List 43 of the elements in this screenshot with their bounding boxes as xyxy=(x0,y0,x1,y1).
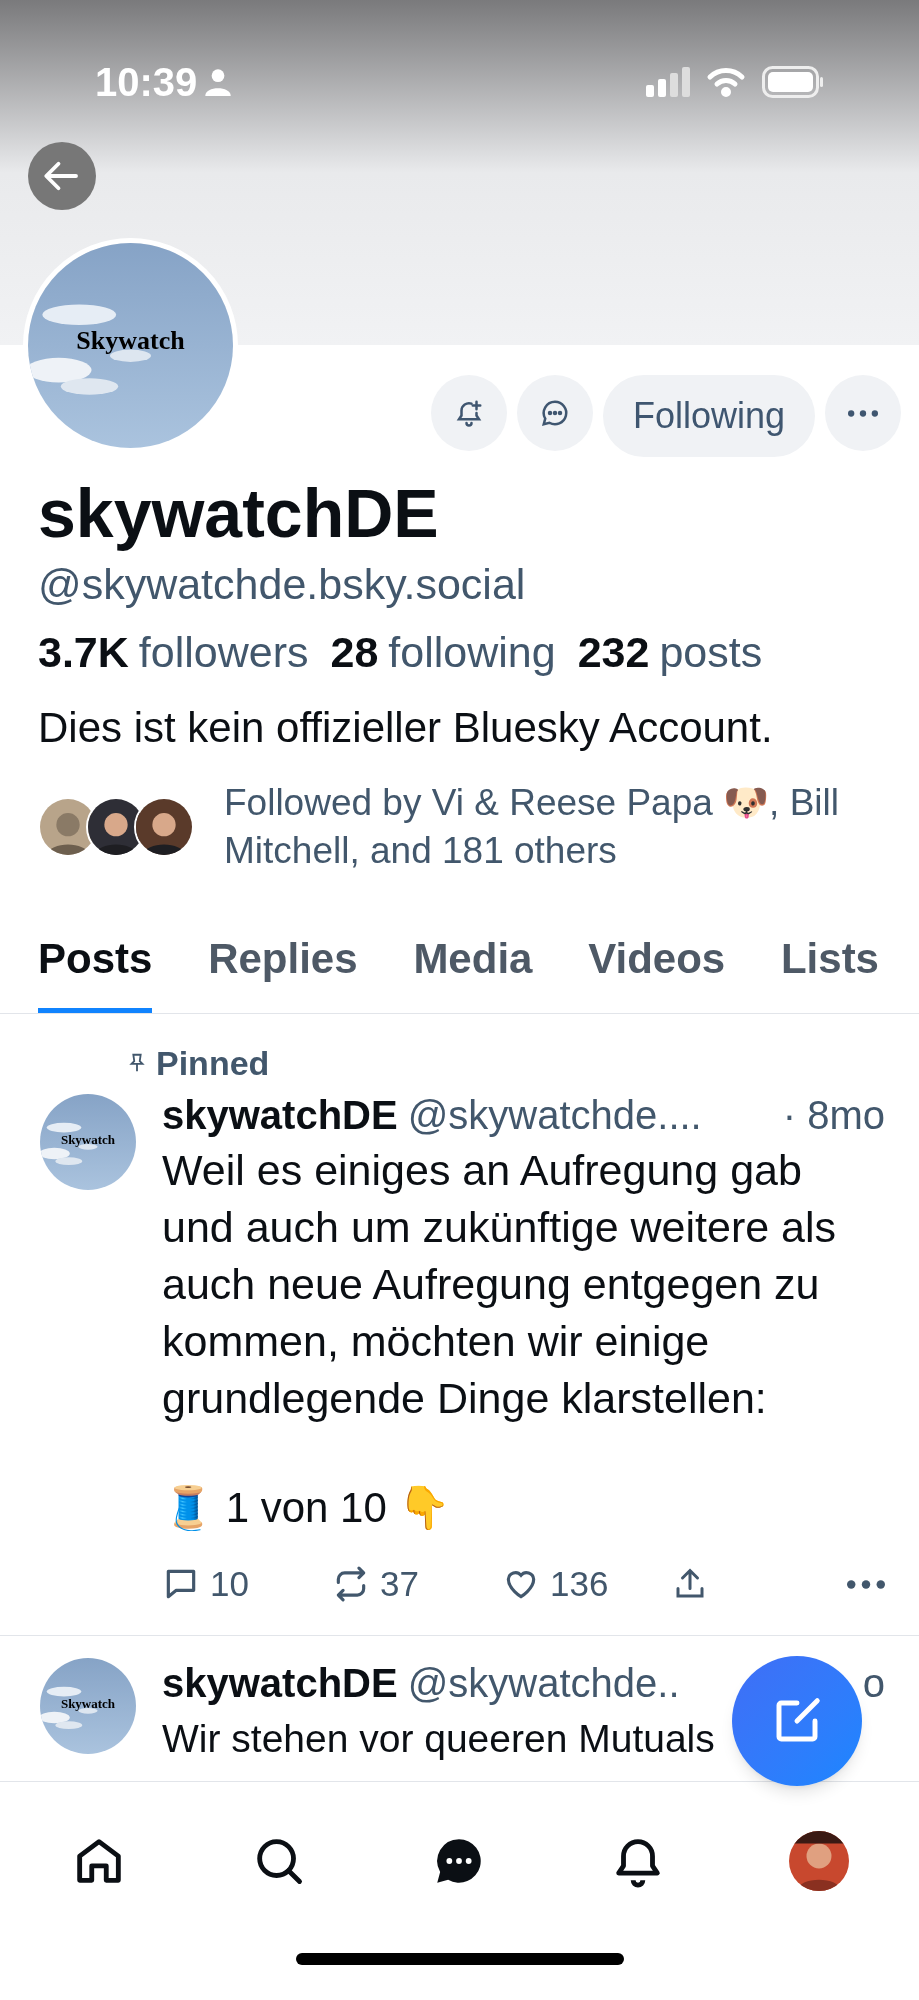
avatar-label: Skywatch xyxy=(75,324,186,357)
avatar-label: Skywatch xyxy=(59,1694,117,1713)
profile-tab[interactable]: Media xyxy=(413,927,533,1013)
stat-label: followers xyxy=(138,627,309,677)
author-handle: @skywatchde.. xyxy=(407,1659,680,1707)
post-body: Weil es einiges an Aufregung gab und auch um zukünftige weitere als auch neue Aufregung entgegen zu kommen, möchten wir einige grundlegende Dinge klarstellen: xyxy=(162,1145,838,1424)
profile-button[interactable] xyxy=(789,1831,849,1891)
wifi-icon xyxy=(706,67,746,97)
profile-handle: @skywatchde.bsky.social xyxy=(38,559,527,609)
stat-count: 232 xyxy=(577,627,650,677)
avatar-icon xyxy=(789,1831,849,1891)
more-icon xyxy=(847,1579,885,1589)
status-time: 10:39 xyxy=(95,59,198,106)
chat-bubble-icon xyxy=(539,398,570,428)
signal-icon xyxy=(646,67,690,97)
like-button[interactable]: 136 xyxy=(502,1558,672,1611)
post-body: Wir stehen vor queeren Mutuals xyxy=(162,1715,715,1762)
following-button[interactable]: Following xyxy=(602,375,815,457)
profile-tab[interactable]: Replies xyxy=(208,927,358,1013)
post-time: · 8mo xyxy=(782,1092,885,1139)
avatar-label: Skywatch xyxy=(59,1131,117,1150)
reply-button[interactable]: 10 xyxy=(162,1558,332,1611)
battery-icon xyxy=(762,66,824,98)
profile-bio: Dies ist kein offizieller Bluesky Account. xyxy=(38,703,774,753)
profile-tab[interactable]: Posts xyxy=(38,927,153,1013)
author-name: skywatchDE xyxy=(162,1092,398,1139)
thread-counter: 🧵 1 von 10 👇 xyxy=(162,1483,452,1533)
author-name: skywatchDE xyxy=(162,1659,398,1707)
stat-count: 28 xyxy=(330,627,379,677)
repost-button[interactable]: 37 xyxy=(332,1558,502,1611)
stat-label: following xyxy=(388,627,556,677)
profile-tab[interactable]: Lists xyxy=(780,927,879,1013)
more-icon xyxy=(848,409,878,417)
post-time: o xyxy=(862,1659,885,1707)
person-icon xyxy=(205,68,232,96)
profile-name: skywatchDE xyxy=(38,475,440,551)
pinned-label: Pinned xyxy=(156,1042,270,1084)
stat-label: posts xyxy=(659,627,763,677)
followed-by-text: Followed by Vi & Reese Papa 🐶, Bill Mitchell, and 181 others xyxy=(224,781,840,873)
author-handle: @skywatchde.... xyxy=(407,1092,702,1139)
more-button[interactable] xyxy=(847,1579,885,1589)
profile-tab[interactable]: Videos xyxy=(588,927,726,1013)
stat-count: 3.7K xyxy=(38,627,129,677)
